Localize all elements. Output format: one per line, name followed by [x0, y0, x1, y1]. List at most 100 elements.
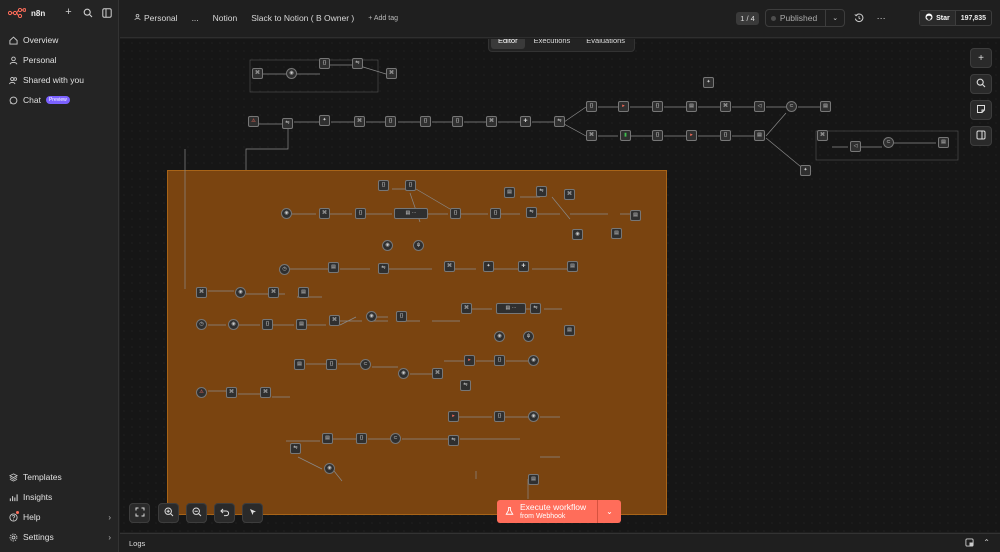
- search-nodes-button[interactable]: [970, 74, 992, 94]
- workflow-node[interactable]: ⇋: [282, 118, 293, 129]
- workflow-node[interactable]: ⇋: [530, 303, 541, 314]
- workflow-node[interactable]: ▤: [298, 287, 309, 298]
- workflow-node[interactable]: {}: [450, 208, 461, 219]
- workflow-canvas[interactable]: ⌘ ◉ {} ⇋ ⌘ ⚠ ⇋ ✦ ⌘ {} {} {} ⌘ ✚ ⇋ {} ▸ {…: [120, 39, 1000, 532]
- workflow-node[interactable]: ψ: [413, 240, 424, 251]
- workflow-node[interactable]: ▤: [686, 101, 697, 112]
- workflow-node[interactable]: {}: [494, 355, 505, 366]
- workflow-node[interactable]: ⇋: [460, 380, 471, 391]
- workflow-node[interactable]: ⌘: [260, 387, 271, 398]
- add-tag-button[interactable]: + Add tag: [368, 15, 398, 22]
- workflow-node[interactable]: ▤: [322, 433, 333, 444]
- tab-executions[interactable]: Executions: [527, 39, 578, 49]
- workflow-node[interactable]: ▸: [686, 130, 697, 141]
- undo-button[interactable]: [214, 503, 235, 523]
- workflow-node[interactable]: ◉: [494, 331, 505, 342]
- workflow-node[interactable]: {}: [396, 311, 407, 322]
- search-icon[interactable]: [82, 7, 93, 18]
- sidebar-item-help[interactable]: Help ›: [0, 507, 119, 527]
- workflow-node[interactable]: ⌘: [432, 368, 443, 379]
- collapse-sidebar-icon[interactable]: [101, 7, 112, 18]
- workflow-node[interactable]: ▤: [564, 325, 575, 336]
- workflow-node[interactable]: ⊂: [786, 101, 797, 112]
- workflow-node[interactable]: ⌘: [461, 303, 472, 314]
- workflow-node[interactable]: ⌘: [720, 101, 731, 112]
- published-button[interactable]: Published: [766, 10, 827, 26]
- workflow-node[interactable]: ⌘: [196, 287, 207, 298]
- toggle-panel-button[interactable]: [970, 126, 992, 146]
- workflow-node[interactable]: ψ: [523, 331, 534, 342]
- workflow-node[interactable]: ▤: [328, 262, 339, 273]
- workflow-node[interactable]: {}: [586, 101, 597, 112]
- workflow-node[interactable]: ▮: [620, 130, 631, 141]
- breadcrumb-project[interactable]: Personal: [144, 13, 178, 23]
- sidebar-item-settings[interactable]: Settings ›: [0, 527, 119, 547]
- workflow-node[interactable]: {}: [319, 58, 330, 69]
- sidebar-item-overview[interactable]: Overview: [0, 30, 119, 50]
- workflow-node[interactable]: ◷: [279, 264, 290, 275]
- workflow-node[interactable]: ⌘: [444, 261, 455, 272]
- workflow-node[interactable]: ◉: [398, 368, 409, 379]
- sidebar-item-personal[interactable]: Personal: [0, 50, 119, 70]
- workflow-node[interactable]: {}: [420, 116, 431, 127]
- workflow-node[interactable]: ⇋: [290, 443, 301, 454]
- workflow-node[interactable]: ⊂: [883, 137, 894, 148]
- workflow-node[interactable]: ▤: [567, 261, 578, 272]
- workflow-node[interactable]: ▤: [504, 187, 515, 198]
- sidebar-item-templates[interactable]: Templates: [0, 467, 119, 487]
- workflow-node[interactable]: {}: [720, 130, 731, 141]
- workflow-node[interactable]: {}: [262, 319, 273, 330]
- history-icon[interactable]: [851, 10, 867, 26]
- workflow-node[interactable]: ⌘: [386, 68, 397, 79]
- tab-editor[interactable]: Editor: [491, 39, 525, 49]
- workflow-node[interactable]: {}: [356, 433, 367, 444]
- add-node-button[interactable]: +: [970, 48, 992, 68]
- execute-workflow-button[interactable]: Execute workflow from Webhook: [497, 500, 597, 523]
- workflow-node[interactable]: ⌘: [226, 387, 237, 398]
- workflow-node[interactable]: ⚠: [196, 387, 207, 398]
- breadcrumb-ellipsis[interactable]: ...: [192, 13, 199, 23]
- workflow-node[interactable]: ⌘: [329, 315, 340, 326]
- workflow-node[interactable]: ⇋: [554, 116, 565, 127]
- workflow-node[interactable]: ▤: [611, 228, 622, 239]
- sidebar-item-shared[interactable]: Shared with you: [0, 70, 119, 90]
- published-toggle[interactable]: Published ⌄: [764, 9, 846, 27]
- workflow-node[interactable]: ✦: [703, 77, 714, 88]
- zoom-out-button[interactable]: [186, 503, 207, 523]
- plus-icon[interactable]: +: [63, 7, 74, 18]
- workflow-node[interactable]: ⚠: [248, 116, 259, 127]
- workflow-node[interactable]: ◁: [754, 101, 765, 112]
- workflow-node[interactable]: {}: [652, 130, 663, 141]
- workflow-node[interactable]: ◉: [286, 68, 297, 79]
- sidebar-item-chat[interactable]: Chat Preview: [0, 90, 119, 110]
- workflow-node[interactable]: ◉: [382, 240, 393, 251]
- workflow-node[interactable]: ⌘: [354, 116, 365, 127]
- workflow-node[interactable]: ◉: [281, 208, 292, 219]
- workflow-node[interactable]: ◉: [572, 229, 583, 240]
- workflow-node[interactable]: ◉: [228, 319, 239, 330]
- workflow-node[interactable]: ◉: [235, 287, 246, 298]
- chevron-up-icon[interactable]: ⌃: [983, 538, 990, 549]
- chevron-down-icon[interactable]: ⌄: [826, 14, 844, 22]
- workflow-name[interactable]: Slack to Notion ( B Owner ): [251, 13, 354, 23]
- workflow-node[interactable]: ⇋: [536, 186, 547, 197]
- workflow-node[interactable]: ▤: [294, 359, 305, 370]
- workflow-node[interactable]: ⌘: [817, 130, 828, 141]
- workflow-node[interactable]: ▤ ···: [496, 303, 526, 314]
- workflow-node[interactable]: ⇋: [378, 263, 389, 274]
- workflow-node[interactable]: ◉: [528, 411, 539, 422]
- tidy-up-button[interactable]: [242, 503, 263, 523]
- workflow-node[interactable]: {}: [494, 411, 505, 422]
- workflow-node[interactable]: ◉: [366, 311, 377, 322]
- workflow-node[interactable]: ▤: [754, 130, 765, 141]
- workflow-node[interactable]: ◷: [196, 319, 207, 330]
- workflow-node[interactable]: {}: [652, 101, 663, 112]
- workflow-node[interactable]: {}: [385, 116, 396, 127]
- logs-panel[interactable]: Logs ⌃: [120, 533, 1000, 552]
- popout-icon[interactable]: [965, 538, 974, 549]
- workflow-node[interactable]: ✚: [518, 261, 529, 272]
- workflow-node[interactable]: {}: [490, 208, 501, 219]
- more-options-icon[interactable]: ⋯: [873, 10, 889, 26]
- workflow-node[interactable]: ⇋: [448, 435, 459, 446]
- workflow-node[interactable]: ▤: [528, 474, 539, 485]
